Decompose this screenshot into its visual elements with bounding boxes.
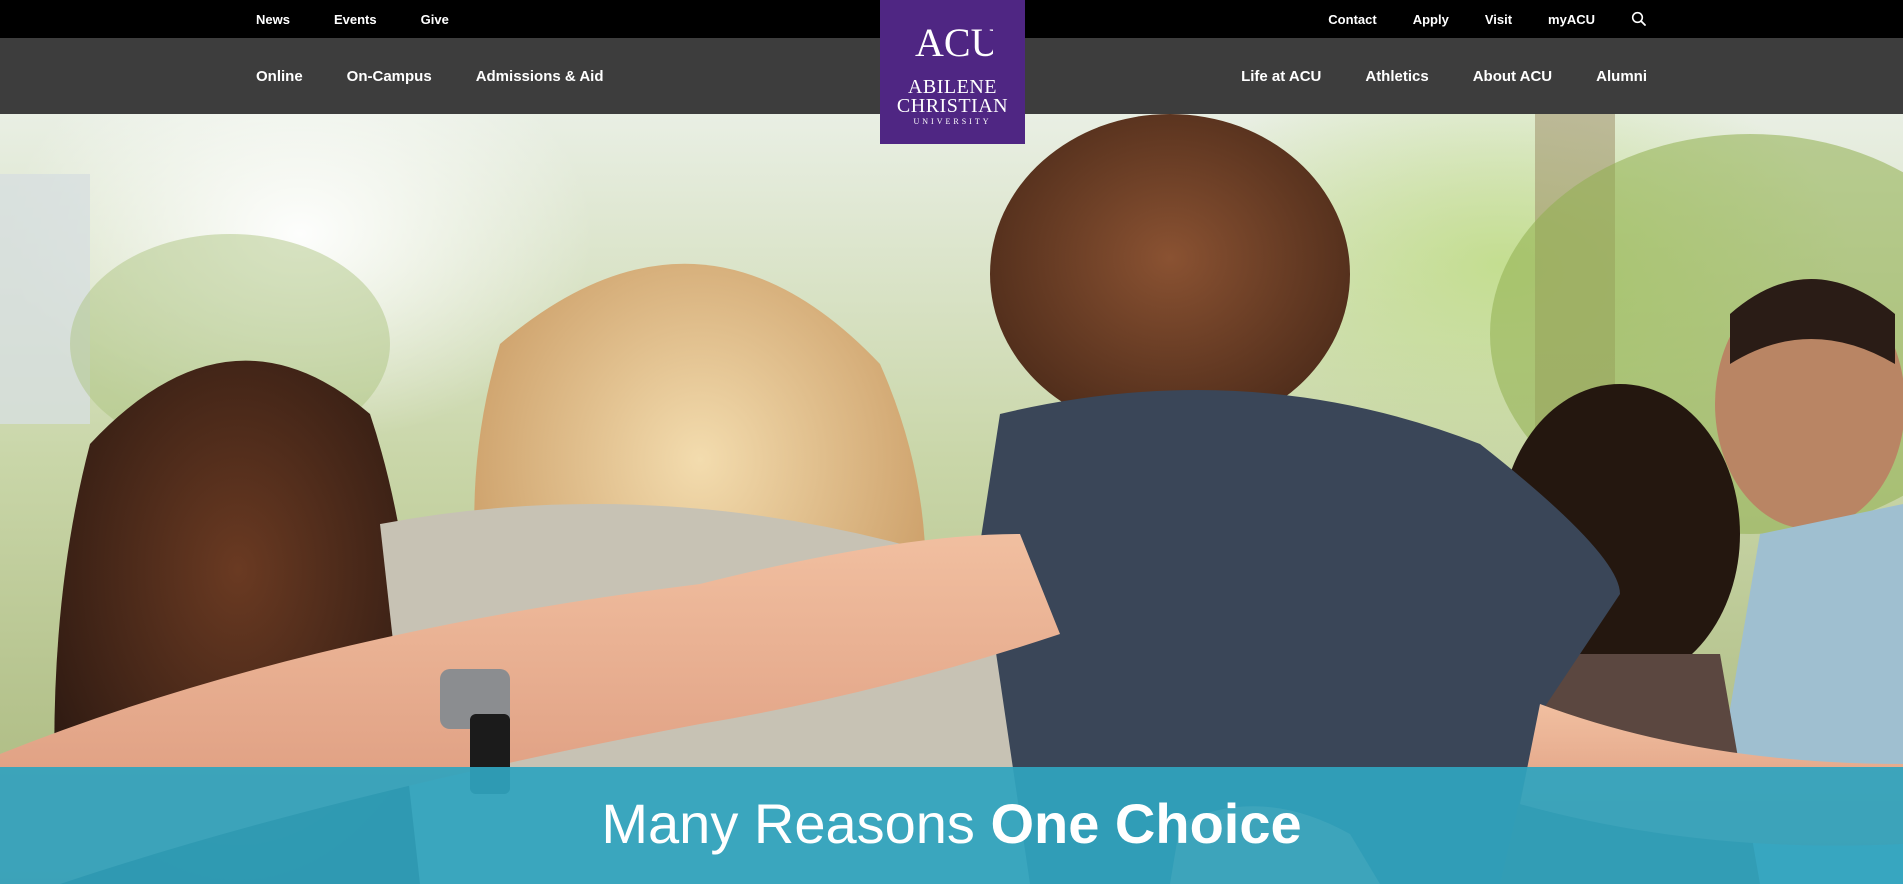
utility-link-myacu[interactable]: myACU — [1548, 12, 1595, 27]
main-nav-left: Online On-Campus Admissions & Aid — [256, 38, 647, 114]
acu-monogram-icon: ACU — [915, 20, 993, 65]
nav-link-online[interactable]: Online — [256, 68, 303, 85]
utility-nav-right: Contact Apply Visit myACU — [1292, 0, 1647, 38]
utility-link-visit[interactable]: Visit — [1485, 12, 1512, 27]
svg-text:ACU: ACU — [915, 20, 993, 65]
nav-link-about-acu[interactable]: About ACU — [1473, 68, 1552, 85]
nav-link-athletics[interactable]: Athletics — [1365, 68, 1428, 85]
utility-link-apply[interactable]: Apply — [1413, 12, 1449, 27]
hero-tagline: Many Reasons One Choice — [601, 791, 1301, 856]
utility-link-contact[interactable]: Contact — [1328, 12, 1376, 27]
acu-logo[interactable]: ACU ABILENE CHRISTIAN UNIVERSITY — [880, 0, 1025, 144]
tagline-bold-text: One Choice — [990, 792, 1302, 855]
nav-link-admissions-aid[interactable]: Admissions & Aid — [476, 68, 604, 85]
utility-nav-left: News Events Give — [256, 0, 493, 38]
utility-link-events[interactable]: Events — [334, 12, 377, 27]
logo-line-university: UNIVERSITY — [913, 117, 992, 126]
tagline-band: Many Reasons One Choice — [0, 767, 1903, 884]
nav-link-alumni[interactable]: Alumni — [1596, 68, 1647, 85]
nav-link-life-at-acu[interactable]: Life at ACU — [1241, 68, 1321, 85]
search-icon[interactable] — [1631, 11, 1647, 27]
nav-link-on-campus[interactable]: On-Campus — [347, 68, 432, 85]
main-nav-right: Life at ACU Athletics About ACU Alumni — [1197, 38, 1647, 114]
logo-line-christian: CHRISTIAN — [896, 95, 1009, 117]
tagline-light-text: Many Reasons — [601, 792, 991, 855]
utility-link-give[interactable]: Give — [421, 12, 449, 27]
utility-link-news[interactable]: News — [256, 12, 290, 27]
